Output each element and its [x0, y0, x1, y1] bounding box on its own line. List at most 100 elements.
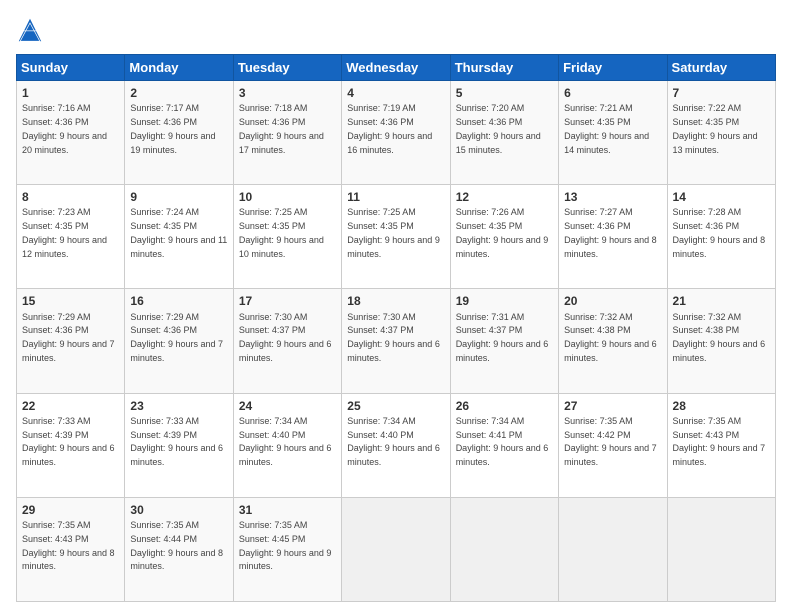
calendar-cell: 24 Sunrise: 7:34 AMSunset: 4:40 PMDaylig… — [233, 393, 341, 497]
day-info: Sunrise: 7:35 AMSunset: 4:42 PMDaylight:… — [564, 416, 657, 467]
day-header-saturday: Saturday — [667, 55, 775, 81]
day-info: Sunrise: 7:16 AMSunset: 4:36 PMDaylight:… — [22, 103, 107, 154]
calendar-cell: 15 Sunrise: 7:29 AMSunset: 4:36 PMDaylig… — [17, 289, 125, 393]
day-info: Sunrise: 7:34 AMSunset: 4:40 PMDaylight:… — [239, 416, 332, 467]
calendar-cell: 26 Sunrise: 7:34 AMSunset: 4:41 PMDaylig… — [450, 393, 558, 497]
day-number: 15 — [22, 293, 119, 309]
day-info: Sunrise: 7:35 AMSunset: 4:43 PMDaylight:… — [673, 416, 766, 467]
day-number: 18 — [347, 293, 444, 309]
day-info: Sunrise: 7:26 AMSunset: 4:35 PMDaylight:… — [456, 207, 549, 258]
day-info: Sunrise: 7:25 AMSunset: 4:35 PMDaylight:… — [239, 207, 324, 258]
day-header-tuesday: Tuesday — [233, 55, 341, 81]
calendar-week-row: 22 Sunrise: 7:33 AMSunset: 4:39 PMDaylig… — [17, 393, 776, 497]
day-info: Sunrise: 7:17 AMSunset: 4:36 PMDaylight:… — [130, 103, 215, 154]
day-number: 12 — [456, 189, 553, 205]
day-number: 17 — [239, 293, 336, 309]
day-info: Sunrise: 7:18 AMSunset: 4:36 PMDaylight:… — [239, 103, 324, 154]
calendar-cell — [667, 497, 775, 601]
calendar-cell: 2 Sunrise: 7:17 AMSunset: 4:36 PMDayligh… — [125, 81, 233, 185]
day-number: 5 — [456, 85, 553, 101]
day-info: Sunrise: 7:27 AMSunset: 4:36 PMDaylight:… — [564, 207, 657, 258]
calendar-cell: 21 Sunrise: 7:32 AMSunset: 4:38 PMDaylig… — [667, 289, 775, 393]
day-number: 31 — [239, 502, 336, 518]
calendar-cell: 16 Sunrise: 7:29 AMSunset: 4:36 PMDaylig… — [125, 289, 233, 393]
calendar-cell: 9 Sunrise: 7:24 AMSunset: 4:35 PMDayligh… — [125, 185, 233, 289]
day-info: Sunrise: 7:33 AMSunset: 4:39 PMDaylight:… — [130, 416, 223, 467]
day-info: Sunrise: 7:34 AMSunset: 4:40 PMDaylight:… — [347, 416, 440, 467]
calendar-cell: 4 Sunrise: 7:19 AMSunset: 4:36 PMDayligh… — [342, 81, 450, 185]
calendar-cell — [450, 497, 558, 601]
day-number: 6 — [564, 85, 661, 101]
day-info: Sunrise: 7:30 AMSunset: 4:37 PMDaylight:… — [239, 312, 332, 363]
day-header-friday: Friday — [559, 55, 667, 81]
day-number: 2 — [130, 85, 227, 101]
calendar-cell: 5 Sunrise: 7:20 AMSunset: 4:36 PMDayligh… — [450, 81, 558, 185]
day-info: Sunrise: 7:25 AMSunset: 4:35 PMDaylight:… — [347, 207, 440, 258]
calendar-cell — [559, 497, 667, 601]
calendar-cell: 18 Sunrise: 7:30 AMSunset: 4:37 PMDaylig… — [342, 289, 450, 393]
logo — [16, 16, 48, 44]
day-info: Sunrise: 7:23 AMSunset: 4:35 PMDaylight:… — [22, 207, 107, 258]
day-info: Sunrise: 7:29 AMSunset: 4:36 PMDaylight:… — [130, 312, 223, 363]
day-info: Sunrise: 7:35 AMSunset: 4:44 PMDaylight:… — [130, 520, 223, 571]
calendar-week-row: 8 Sunrise: 7:23 AMSunset: 4:35 PMDayligh… — [17, 185, 776, 289]
day-header-sunday: Sunday — [17, 55, 125, 81]
day-info: Sunrise: 7:19 AMSunset: 4:36 PMDaylight:… — [347, 103, 432, 154]
day-info: Sunrise: 7:24 AMSunset: 4:35 PMDaylight:… — [130, 207, 227, 258]
logo-icon — [16, 16, 44, 44]
day-header-thursday: Thursday — [450, 55, 558, 81]
day-number: 3 — [239, 85, 336, 101]
calendar-week-row: 15 Sunrise: 7:29 AMSunset: 4:36 PMDaylig… — [17, 289, 776, 393]
day-info: Sunrise: 7:30 AMSunset: 4:37 PMDaylight:… — [347, 312, 440, 363]
day-info: Sunrise: 7:21 AMSunset: 4:35 PMDaylight:… — [564, 103, 649, 154]
day-info: Sunrise: 7:35 AMSunset: 4:45 PMDaylight:… — [239, 520, 332, 571]
day-info: Sunrise: 7:33 AMSunset: 4:39 PMDaylight:… — [22, 416, 115, 467]
calendar-cell: 14 Sunrise: 7:28 AMSunset: 4:36 PMDaylig… — [667, 185, 775, 289]
calendar-cell: 29 Sunrise: 7:35 AMSunset: 4:43 PMDaylig… — [17, 497, 125, 601]
calendar-cell: 30 Sunrise: 7:35 AMSunset: 4:44 PMDaylig… — [125, 497, 233, 601]
day-info: Sunrise: 7:34 AMSunset: 4:41 PMDaylight:… — [456, 416, 549, 467]
header — [16, 16, 776, 44]
day-number: 14 — [673, 189, 770, 205]
calendar-cell: 7 Sunrise: 7:22 AMSunset: 4:35 PMDayligh… — [667, 81, 775, 185]
day-number: 10 — [239, 189, 336, 205]
day-info: Sunrise: 7:31 AMSunset: 4:37 PMDaylight:… — [456, 312, 549, 363]
calendar-header-row: SundayMondayTuesdayWednesdayThursdayFrid… — [17, 55, 776, 81]
calendar-table: SundayMondayTuesdayWednesdayThursdayFrid… — [16, 54, 776, 602]
day-number: 24 — [239, 398, 336, 414]
day-number: 13 — [564, 189, 661, 205]
calendar-cell: 25 Sunrise: 7:34 AMSunset: 4:40 PMDaylig… — [342, 393, 450, 497]
calendar-cell: 3 Sunrise: 7:18 AMSunset: 4:36 PMDayligh… — [233, 81, 341, 185]
day-header-monday: Monday — [125, 55, 233, 81]
day-header-wednesday: Wednesday — [342, 55, 450, 81]
day-number: 1 — [22, 85, 119, 101]
day-number: 4 — [347, 85, 444, 101]
calendar-cell: 13 Sunrise: 7:27 AMSunset: 4:36 PMDaylig… — [559, 185, 667, 289]
calendar-cell: 10 Sunrise: 7:25 AMSunset: 4:35 PMDaylig… — [233, 185, 341, 289]
day-number: 28 — [673, 398, 770, 414]
day-info: Sunrise: 7:22 AMSunset: 4:35 PMDaylight:… — [673, 103, 758, 154]
day-number: 9 — [130, 189, 227, 205]
calendar-cell: 1 Sunrise: 7:16 AMSunset: 4:36 PMDayligh… — [17, 81, 125, 185]
day-number: 16 — [130, 293, 227, 309]
calendar-cell: 12 Sunrise: 7:26 AMSunset: 4:35 PMDaylig… — [450, 185, 558, 289]
day-number: 19 — [456, 293, 553, 309]
day-number: 21 — [673, 293, 770, 309]
day-info: Sunrise: 7:32 AMSunset: 4:38 PMDaylight:… — [673, 312, 766, 363]
day-number: 11 — [347, 189, 444, 205]
calendar-cell: 28 Sunrise: 7:35 AMSunset: 4:43 PMDaylig… — [667, 393, 775, 497]
calendar-week-row: 1 Sunrise: 7:16 AMSunset: 4:36 PMDayligh… — [17, 81, 776, 185]
day-info: Sunrise: 7:28 AMSunset: 4:36 PMDaylight:… — [673, 207, 766, 258]
calendar-cell: 22 Sunrise: 7:33 AMSunset: 4:39 PMDaylig… — [17, 393, 125, 497]
calendar-cell: 11 Sunrise: 7:25 AMSunset: 4:35 PMDaylig… — [342, 185, 450, 289]
day-number: 30 — [130, 502, 227, 518]
calendar-cell: 31 Sunrise: 7:35 AMSunset: 4:45 PMDaylig… — [233, 497, 341, 601]
day-info: Sunrise: 7:35 AMSunset: 4:43 PMDaylight:… — [22, 520, 115, 571]
day-number: 23 — [130, 398, 227, 414]
day-number: 27 — [564, 398, 661, 414]
calendar-cell — [342, 497, 450, 601]
day-number: 25 — [347, 398, 444, 414]
calendar-cell: 23 Sunrise: 7:33 AMSunset: 4:39 PMDaylig… — [125, 393, 233, 497]
day-number: 26 — [456, 398, 553, 414]
day-info: Sunrise: 7:29 AMSunset: 4:36 PMDaylight:… — [22, 312, 115, 363]
